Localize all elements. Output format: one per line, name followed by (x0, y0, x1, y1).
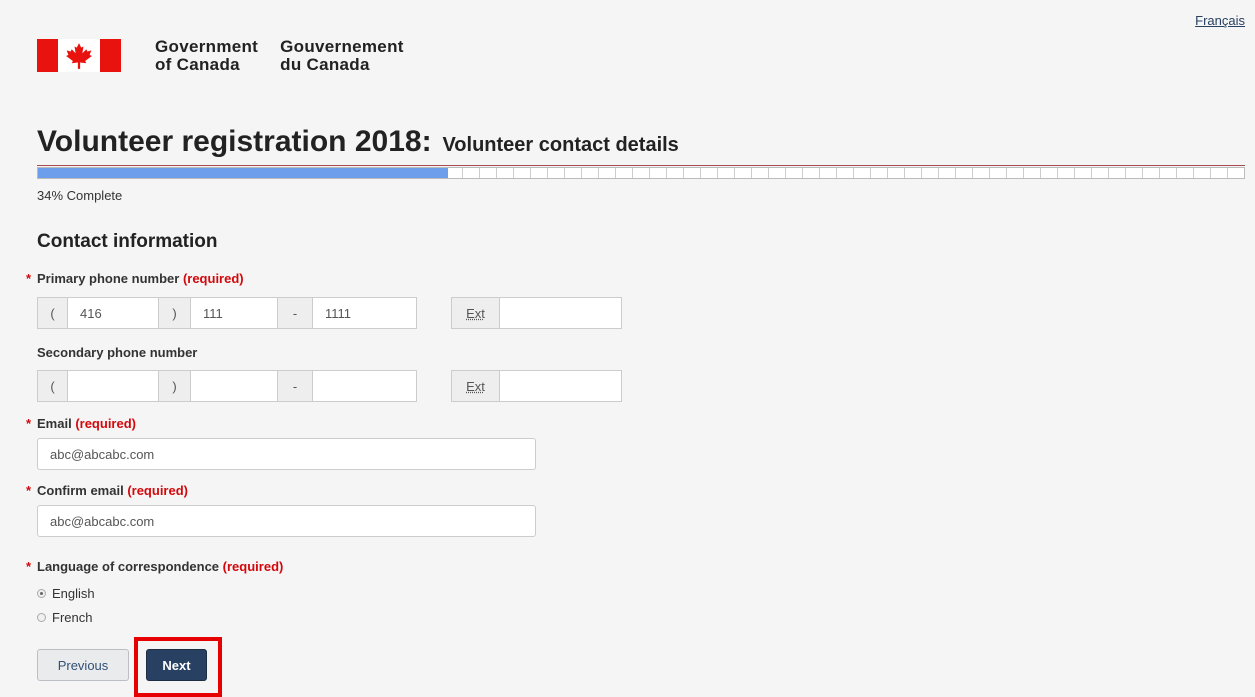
secondary-line-input[interactable] (312, 370, 417, 402)
government-name-fr: Gouvernement du Canada (280, 37, 404, 74)
required-indicator: (required) (127, 483, 188, 498)
area-code-open-paren: ( (37, 297, 68, 329)
language-label: * Language of correspondence (required) (26, 559, 284, 574)
page-title: Volunteer registration 2018: Volunteer c… (37, 122, 1245, 166)
primary-area-code-input[interactable]: 416 (67, 297, 159, 329)
section-heading: Contact information (37, 231, 218, 252)
primary-phone-label: * Primary phone number (required) (26, 271, 244, 286)
government-name-en: Government of Canada (155, 37, 259, 74)
required-asterisk: * (26, 271, 32, 286)
canada-flag-icon (37, 39, 121, 72)
confirm-email-label-text: Confirm email (37, 483, 124, 498)
next-button-highlight (134, 637, 222, 697)
area-code-open-paren: ( (37, 370, 68, 402)
secondary-area-code-input[interactable] (67, 370, 159, 402)
language-label-text: Language of correspondence (37, 559, 220, 574)
secondary-phone-label: Secondary phone number (37, 345, 198, 360)
english-radio[interactable] (37, 589, 46, 598)
progress-bar (37, 167, 1245, 179)
email-label-text: Email (37, 416, 72, 431)
required-asterisk: * (26, 483, 32, 498)
english-radio-label: English (52, 586, 95, 601)
primary-prefix-input[interactable]: 111 (190, 297, 278, 329)
primary-ext-input[interactable] (499, 297, 622, 329)
email-label: * Email (required) (26, 416, 136, 431)
confirm-email-label: * Confirm email (required) (26, 483, 188, 498)
required-asterisk: * (26, 416, 32, 431)
ext-label: Ext (451, 370, 500, 402)
progress-bar-fill (38, 168, 449, 178)
required-asterisk: * (26, 559, 32, 574)
confirm-email-field[interactable]: abc@abcabc.com (37, 505, 536, 537)
required-indicator: (required) (222, 559, 284, 574)
language-toggle-link[interactable]: Français (1195, 13, 1245, 28)
area-code-close-paren: ) (158, 297, 191, 329)
phone-dash: - (277, 370, 313, 402)
area-code-close-paren: ) (158, 370, 191, 402)
ext-label: Ext (451, 297, 500, 329)
progress-text: 34% Complete (37, 188, 123, 203)
government-signature: Government of Canada Gouvernement du Can… (37, 38, 404, 74)
phone-dash: - (277, 297, 313, 329)
page-subtitle: Volunteer contact details (442, 134, 679, 156)
french-radio-label: French (52, 610, 93, 625)
page-title-main: Volunteer registration 2018: (37, 125, 432, 158)
secondary-prefix-input[interactable] (190, 370, 278, 402)
required-indicator: (required) (75, 416, 136, 431)
secondary-ext-input[interactable] (499, 370, 622, 402)
email-field[interactable]: abc@abcabc.com (37, 438, 536, 470)
language-option-french[interactable]: French (37, 610, 92, 625)
french-radio[interactable] (37, 613, 46, 622)
primary-phone-label-text: Primary phone number (37, 271, 180, 286)
primary-line-input[interactable]: 1111 (312, 297, 417, 329)
language-option-english[interactable]: English (37, 586, 95, 601)
required-indicator: (required) (182, 271, 244, 286)
previous-button[interactable]: Previous (37, 649, 129, 681)
maple-leaf-icon (66, 42, 92, 69)
